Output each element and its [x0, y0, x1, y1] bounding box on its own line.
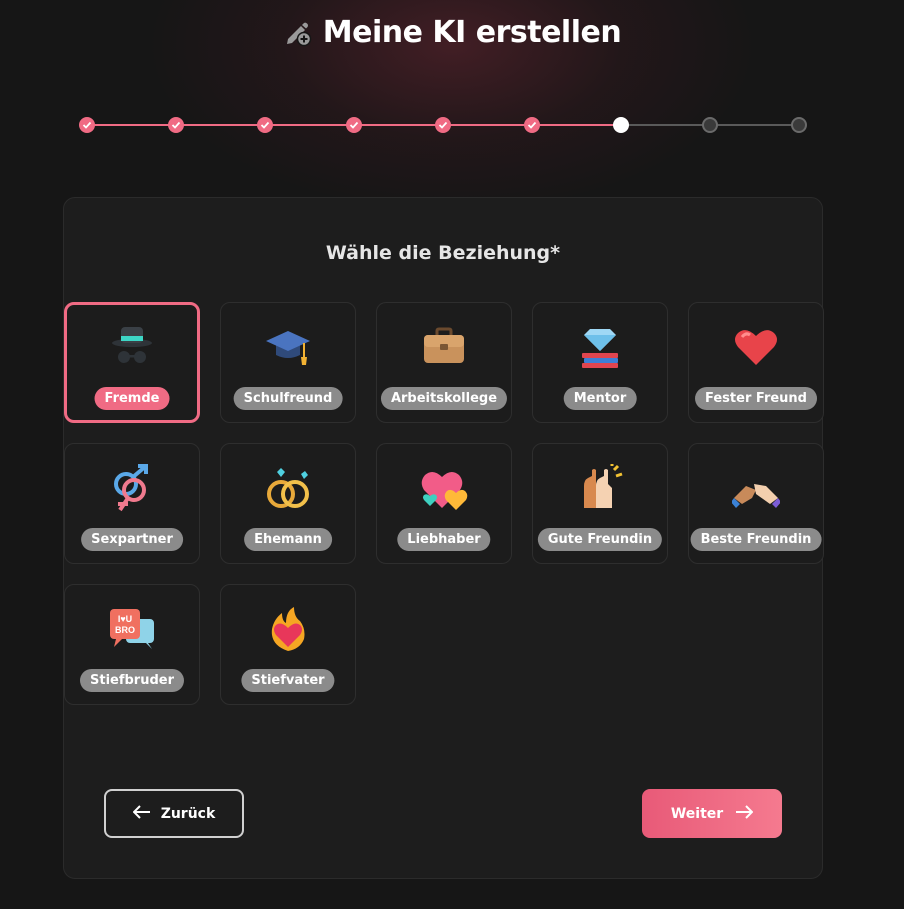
heart-icon: [732, 323, 780, 371]
option-schulfreund[interactable]: Schulfreund: [220, 302, 356, 423]
option-label: Sexpartner: [81, 528, 183, 551]
option-label: Arbeitskollege: [380, 387, 508, 410]
step-1-done: [79, 117, 95, 133]
option-beste-freundin[interactable]: Beste Freundin: [688, 443, 824, 564]
gender-symbols-icon: [108, 464, 156, 512]
page-header: Meine KI erstellen: [0, 12, 904, 52]
step-6-done: [524, 117, 540, 133]
fire-heart-icon: [264, 605, 312, 653]
option-ehemann[interactable]: Ehemann: [220, 443, 356, 564]
back-button-label: Zurück: [160, 805, 216, 822]
option-stiefvater[interactable]: Stiefvater: [220, 584, 356, 705]
option-liebhaber[interactable]: Liebhaber: [376, 443, 512, 564]
option-label: Fremde: [94, 387, 170, 410]
relationship-card: Wähle die Beziehung* Fremde Schulfreund …: [63, 197, 824, 879]
handshake-icon: [731, 464, 781, 512]
option-sexpartner[interactable]: Sexpartner: [64, 443, 200, 564]
option-fester-freund[interactable]: Fester Freund: [688, 302, 824, 423]
step-8-todo: [702, 117, 718, 133]
svg-text:BRO: BRO: [115, 625, 135, 635]
relationship-grid: Fremde Schulfreund Arbeitskollege Mentor…: [64, 302, 824, 705]
option-arbeitskollege[interactable]: Arbeitskollege: [376, 302, 512, 423]
option-label: Schulfreund: [233, 387, 343, 410]
step-7-current: [613, 117, 629, 133]
check-icon: [349, 121, 359, 129]
option-label: Stiefvater: [241, 669, 335, 692]
option-stiefbruder[interactable]: I♥U BRO Stiefbruder: [64, 584, 200, 705]
option-label: Fester Freund: [695, 387, 817, 410]
next-button-label: Weiter: [670, 805, 724, 822]
step-5-done: [435, 117, 451, 133]
pencil-plus-icon: [283, 17, 313, 47]
progress-stepper: [79, 116, 807, 134]
diamond-books-icon: [576, 323, 624, 371]
svg-text:I♥U: I♥U: [118, 614, 132, 624]
arrow-right-icon: [735, 804, 754, 823]
option-label: Mentor: [563, 387, 637, 410]
option-fremde[interactable]: Fremde: [64, 302, 200, 423]
rings-icon: [264, 464, 312, 512]
check-icon: [438, 121, 448, 129]
incognito-icon: [108, 323, 156, 371]
option-label: Stiefbruder: [79, 669, 185, 692]
high-five-icon: [576, 462, 624, 512]
option-label: Ehemann: [244, 528, 332, 551]
two-hearts-icon: [420, 464, 468, 512]
option-label: Liebhaber: [397, 528, 491, 551]
step-3-done: [257, 117, 273, 133]
option-label: Beste Freundin: [690, 528, 822, 551]
step-4-done: [346, 117, 362, 133]
check-icon: [171, 121, 181, 129]
option-label: Gute Freundin: [537, 528, 663, 551]
option-mentor[interactable]: Mentor: [532, 302, 668, 423]
check-icon: [82, 121, 92, 129]
arrow-left-icon: [132, 804, 151, 823]
step-2-done: [168, 117, 184, 133]
bro-speech-bubble-icon: I♥U BRO: [108, 605, 156, 653]
next-button[interactable]: Weiter: [642, 789, 782, 838]
graduation-cap-icon: [264, 323, 312, 371]
section-title: Wähle die Beziehung*: [325, 242, 561, 264]
option-gute-freundin[interactable]: Gute Freundin: [532, 443, 668, 564]
check-icon: [260, 121, 270, 129]
check-icon: [527, 121, 537, 129]
briefcase-icon: [420, 323, 468, 371]
step-9-todo: [791, 117, 807, 133]
page-title: Meine KI erstellen: [322, 14, 622, 50]
back-button[interactable]: Zurück: [104, 789, 244, 838]
